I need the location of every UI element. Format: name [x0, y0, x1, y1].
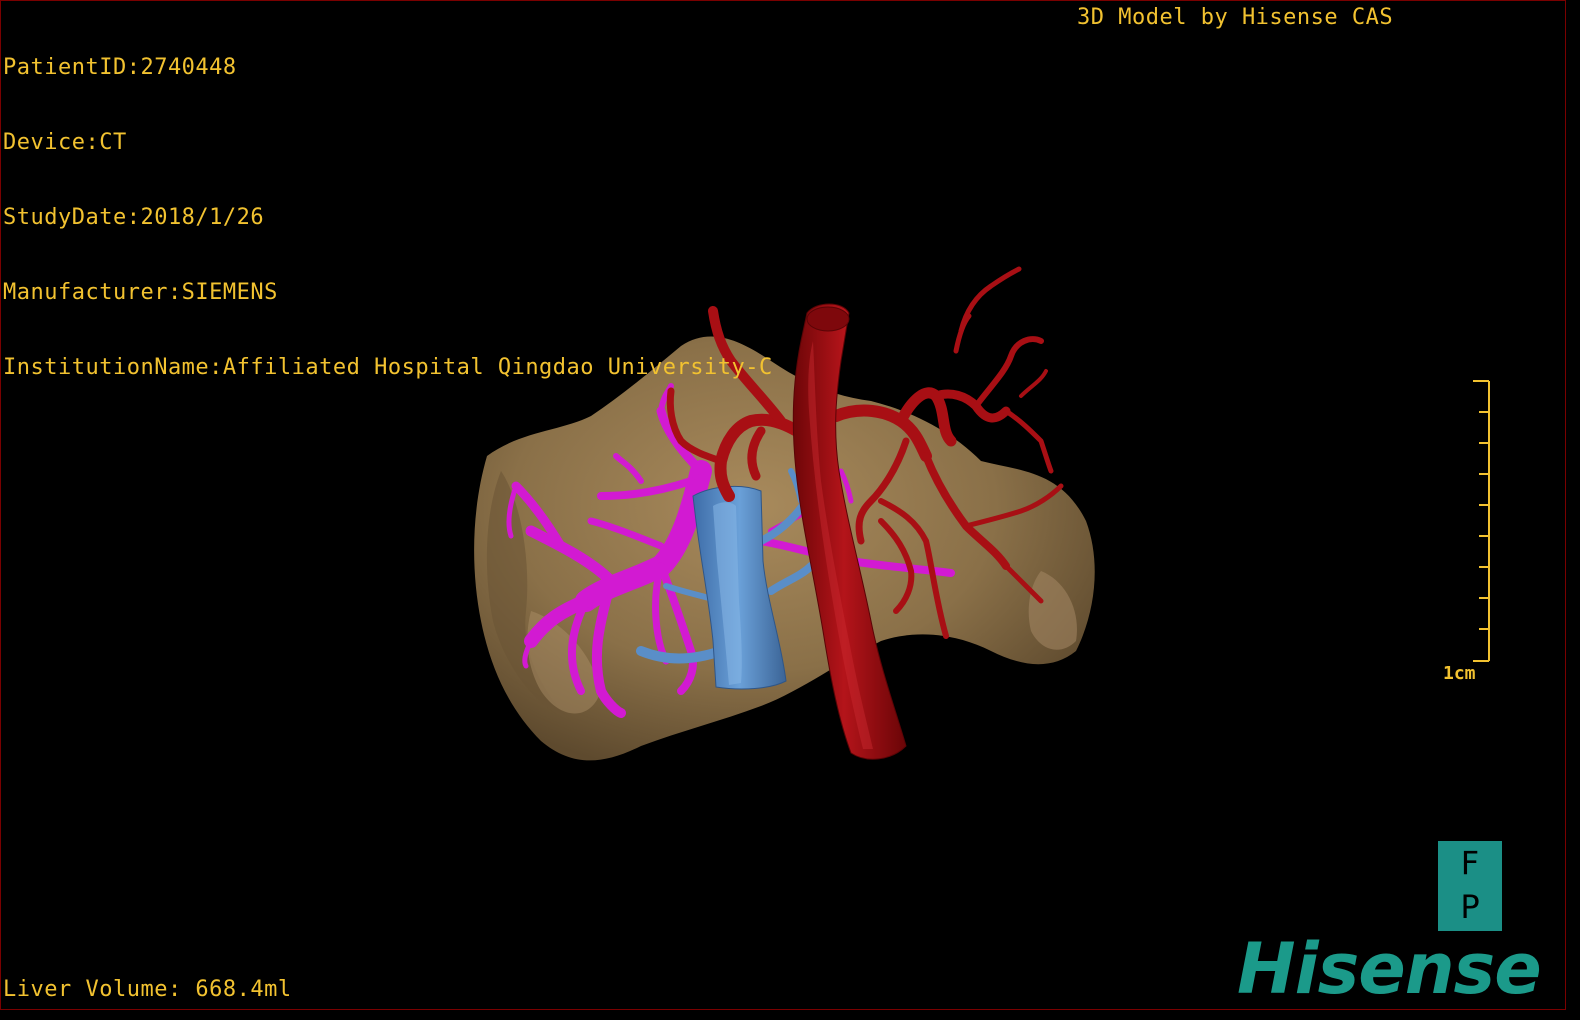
orientation-posterior-label: P [1460, 888, 1480, 926]
orientation-front-label: F [1460, 844, 1480, 882]
liver-volume-label: Liver Volume: 668.4ml [3, 977, 292, 1002]
model-caption: 3D Model by Hisense CAS [1077, 5, 1394, 30]
hisense-logo-icon: Hisense [1237, 928, 1542, 1010]
manufacturer-label: Manufacturer:SIEMENS [3, 280, 278, 305]
patient-info-overlay: PatientID:2740448 Device:CT StudyDate:20… [3, 5, 773, 430]
institution-label: InstitutionName:Affiliated Hospital Qing… [3, 355, 773, 380]
scale-bar [1473, 380, 1490, 662]
scale-label: 1cm [1443, 663, 1476, 684]
orientation-cube-icon[interactable]: F P [1438, 841, 1502, 931]
3d-viewport[interactable]: PatientID:2740448 Device:CT StudyDate:20… [0, 0, 1566, 1010]
patient-id-label: PatientID:2740448 [3, 55, 237, 80]
aorta-opening [806, 306, 850, 332]
device-label: Device:CT [3, 130, 127, 155]
study-date-label: StudyDate:2018/1/26 [3, 205, 265, 230]
